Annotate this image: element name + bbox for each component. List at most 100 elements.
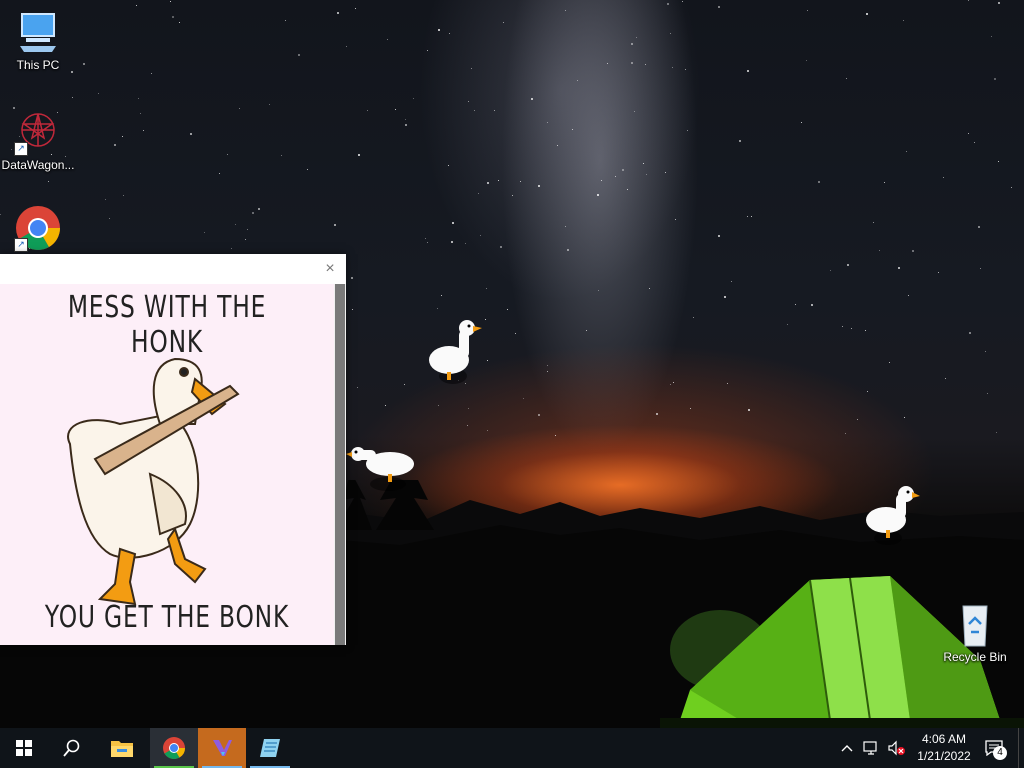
desktop-icon-this-pc[interactable]: This PC bbox=[0, 8, 76, 72]
star bbox=[938, 272, 939, 273]
star bbox=[672, 67, 673, 68]
star bbox=[974, 142, 975, 143]
star bbox=[404, 384, 405, 385]
star bbox=[48, 181, 49, 182]
chrome-icon: ↗ bbox=[14, 204, 62, 252]
star bbox=[731, 281, 732, 282]
vertical-scrollbar[interactable] bbox=[334, 284, 346, 645]
show-desktop-button[interactable] bbox=[1018, 728, 1024, 768]
star bbox=[468, 101, 469, 102]
windows-logo-icon bbox=[16, 740, 32, 756]
star bbox=[474, 110, 475, 111]
tray-network[interactable] bbox=[860, 728, 882, 768]
star bbox=[486, 288, 487, 289]
window-titlebar[interactable]: × bbox=[0, 254, 346, 284]
star bbox=[367, 110, 368, 111]
star bbox=[357, 387, 358, 388]
search-icon bbox=[63, 739, 80, 757]
star bbox=[998, 2, 1000, 4]
star bbox=[140, 113, 141, 114]
star bbox=[912, 250, 914, 252]
star bbox=[471, 68, 472, 69]
star bbox=[670, 384, 671, 385]
desktop-icon-label: Recycle Bin bbox=[943, 650, 1007, 664]
star bbox=[480, 235, 481, 236]
star bbox=[996, 432, 997, 433]
star bbox=[298, 54, 300, 56]
meme-bottom-text: YOU GET THE BONK bbox=[44, 600, 290, 635]
star bbox=[747, 70, 749, 72]
desktop-icon-datawagon[interactable]: ↗ DataWagon... bbox=[0, 108, 76, 172]
taskbar-app-file-explorer[interactable] bbox=[98, 728, 146, 768]
chrome-icon bbox=[163, 737, 185, 759]
star bbox=[351, 277, 353, 279]
star bbox=[994, 78, 996, 80]
scrollbar-thumb[interactable] bbox=[335, 284, 345, 645]
star bbox=[687, 130, 688, 131]
star bbox=[425, 238, 426, 239]
taskbar-app-notepad[interactable] bbox=[246, 728, 294, 768]
search-button[interactable] bbox=[48, 728, 96, 768]
taskbar-app-visual-studio[interactable] bbox=[198, 728, 246, 768]
action-center-button[interactable]: 4 bbox=[980, 728, 1008, 768]
star bbox=[968, 133, 969, 134]
star bbox=[898, 267, 900, 269]
notification-count-badge: 4 bbox=[993, 746, 1007, 760]
star bbox=[405, 124, 407, 126]
star bbox=[842, 326, 843, 327]
star bbox=[555, 435, 556, 436]
star bbox=[645, 64, 646, 65]
star bbox=[787, 324, 788, 325]
star bbox=[170, 1, 171, 2]
star bbox=[437, 308, 438, 309]
star bbox=[487, 430, 488, 431]
star bbox=[634, 111, 635, 112]
star bbox=[727, 383, 728, 384]
star bbox=[123, 195, 124, 196]
goose-sprite[interactable] bbox=[425, 318, 485, 386]
desktop-icon-chrome[interactable]: ↗ bbox=[0, 204, 76, 254]
star bbox=[643, 163, 644, 164]
star bbox=[718, 6, 720, 8]
desktop-icon-label: This PC bbox=[16, 58, 60, 72]
chevron-up-icon bbox=[841, 745, 853, 752]
star bbox=[649, 288, 650, 289]
star bbox=[547, 371, 548, 372]
star bbox=[807, 10, 808, 11]
close-button[interactable]: × bbox=[320, 259, 340, 279]
star bbox=[405, 119, 406, 120]
tray-overflow-chevron[interactable] bbox=[836, 728, 858, 768]
goose-meme-window[interactable]: × MESS WITH THE HONK YOU GET THE BONK bbox=[0, 254, 346, 645]
star bbox=[675, 219, 676, 220]
star bbox=[565, 10, 566, 11]
star bbox=[239, 108, 240, 109]
star bbox=[448, 165, 449, 166]
computer-icon bbox=[14, 8, 62, 56]
start-button[interactable] bbox=[0, 728, 48, 768]
star bbox=[577, 80, 578, 81]
shortcut-arrow-icon: ↗ bbox=[14, 142, 28, 156]
star bbox=[739, 140, 741, 142]
star bbox=[656, 413, 658, 415]
star bbox=[631, 62, 633, 64]
star bbox=[748, 409, 750, 411]
star bbox=[98, 93, 99, 94]
star bbox=[520, 181, 521, 182]
taskbar-app-chrome[interactable] bbox=[150, 728, 198, 768]
star bbox=[252, 212, 254, 214]
star bbox=[945, 378, 946, 379]
star bbox=[258, 208, 260, 210]
goose-sprite[interactable] bbox=[344, 440, 420, 494]
star bbox=[567, 249, 569, 251]
goose-sprite[interactable] bbox=[862, 484, 924, 548]
star bbox=[523, 398, 524, 399]
star bbox=[487, 182, 489, 184]
desktop-icon-recycle-bin[interactable]: Recycle Bin bbox=[937, 600, 1013, 664]
taskbar-clock[interactable]: 4:06 AM 1/21/2022 bbox=[904, 728, 984, 768]
star bbox=[667, 3, 669, 5]
star bbox=[751, 216, 752, 217]
volume-muted-icon bbox=[888, 740, 905, 756]
star bbox=[500, 246, 502, 248]
star bbox=[219, 173, 220, 174]
star bbox=[245, 239, 246, 240]
